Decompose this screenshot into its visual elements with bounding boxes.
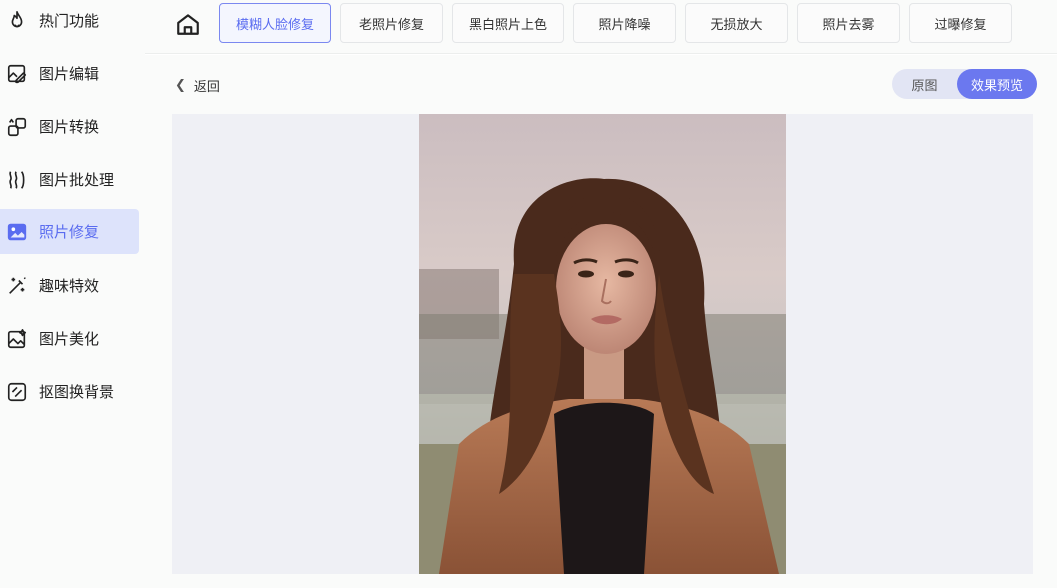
toggle-preview[interactable]: 效果预览 (957, 69, 1037, 99)
back-label: 返回 (193, 79, 220, 95)
photo-repair-icon (6, 221, 28, 243)
tab-lossless-upscale[interactable]: 无损放大 (685, 3, 788, 43)
sidebar-item-label: 热门功能 (39, 12, 100, 30)
sidebar-item-image-beautify[interactable]: 图片美化 (0, 316, 139, 361)
sidebar-item-label: 图片美化 (39, 330, 100, 348)
chevron-left-icon: ❮ (175, 77, 186, 93)
image-beautify-icon (6, 328, 28, 350)
back-button[interactable]: ❮ 返回 (175, 75, 220, 95)
toggle-original[interactable]: 原图 (892, 69, 957, 99)
home-icon[interactable] (175, 11, 201, 37)
tab-overexposure-repair[interactable]: 过曝修复 (909, 3, 1012, 43)
sidebar-item-hot-features[interactable]: 热门功能 (0, 0, 139, 43)
magic-wand-icon (6, 275, 28, 297)
preview-canvas (172, 114, 1033, 574)
sidebar-item-label: 图片编辑 (39, 65, 100, 83)
portrait-photo (419, 114, 786, 574)
main-content: ❮ 返回 原图 效果预览 (145, 55, 1057, 588)
image-edit-icon (6, 63, 28, 85)
flame-icon (6, 10, 28, 32)
sidebar-item-photo-repair[interactable]: 照片修复 (0, 209, 139, 254)
sidebar-item-fun-effects[interactable]: 趣味特效 (0, 263, 139, 308)
sidebar-item-label: 趣味特效 (39, 277, 100, 295)
sidebar-item-image-edit[interactable]: 图片编辑 (0, 51, 139, 96)
tab-photo-dehaze[interactable]: 照片去雾 (797, 3, 900, 43)
sidebar-item-label: 抠图换背景 (39, 383, 115, 401)
tab-old-photo-repair[interactable]: 老照片修复 (340, 3, 443, 43)
sidebar-item-label: 图片批处理 (39, 171, 115, 189)
sidebar-item-label: 照片修复 (39, 223, 100, 241)
cutout-icon (6, 381, 28, 403)
tab-blurry-face-repair[interactable]: 模糊人脸修复 (219, 3, 331, 43)
batch-process-icon (6, 169, 28, 191)
sidebar: 热门功能 图片编辑 图片转换 图片批处理 照片修复 趣味特效 图片美化 抠图换背… (0, 0, 145, 588)
view-toggle: 原图 效果预览 (892, 69, 1037, 99)
sidebar-item-cutout-background[interactable]: 抠图换背景 (0, 369, 139, 414)
sidebar-item-image-convert[interactable]: 图片转换 (0, 104, 139, 149)
tab-photo-denoise[interactable]: 照片降噪 (573, 3, 676, 43)
tab-bw-colorize[interactable]: 黑白照片上色 (452, 3, 564, 43)
sidebar-item-label: 图片转换 (39, 118, 100, 136)
top-toolbar: 模糊人脸修复 老照片修复 黑白照片上色 照片降噪 无损放大 照片去雾 过曝修复 (145, 0, 1057, 54)
sidebar-item-batch-process[interactable]: 图片批处理 (0, 157, 139, 202)
image-convert-icon (6, 116, 28, 138)
